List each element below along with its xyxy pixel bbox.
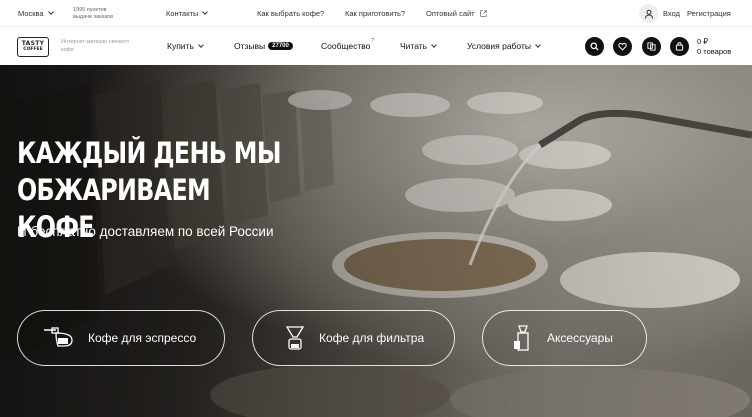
pickup-points-info[interactable]: 1995 пунктов выдачи заказов: [73, 0, 113, 27]
register-link[interactable]: Регистрация: [687, 0, 731, 27]
chevron-down-icon: [202, 9, 209, 15]
community-hint-mark: ?: [371, 38, 375, 44]
nav-terms-label: Условия работы: [467, 41, 531, 51]
pickup-points-count: 1995 пунктов: [73, 6, 107, 13]
user-avatar-button[interactable]: [639, 4, 658, 23]
cart-item-count: 0 товаров: [697, 47, 732, 56]
nav-community-label: Сообщество: [321, 41, 371, 51]
espresso-machine-icon: [44, 327, 73, 347]
store-tagline: Интернет-магазин свежего кофе: [61, 39, 130, 53]
shopping-bag-icon: [675, 42, 684, 51]
contacts-label: Контакты: [166, 9, 199, 18]
category-accessories-label: Аксессуары: [547, 331, 613, 345]
search-icon: [590, 42, 599, 51]
category-espresso-button[interactable]: Кофе для эспрессо: [17, 310, 225, 366]
main-navigation: TASTY COFFEE Интернет-магазин свежего ко…: [0, 27, 752, 65]
favorites-button[interactable]: [613, 37, 632, 56]
chevron-down-icon: [535, 41, 541, 48]
compare-button[interactable]: [642, 37, 661, 56]
category-espresso-label: Кофе для эспрессо: [88, 331, 197, 345]
grinder-icon: [514, 325, 529, 351]
nav-buy-label: Купить: [167, 41, 194, 51]
reviews-count-badge: 27700: [268, 42, 293, 50]
city-selector[interactable]: Москва: [18, 0, 54, 27]
logo-text-coffee: COFFEE: [23, 47, 43, 52]
nav-read-label: Читать: [400, 41, 428, 51]
chevron-down-icon: [198, 41, 204, 48]
how-to-cook-link[interactable]: Как приготовить?: [345, 0, 405, 27]
cart-button[interactable]: [670, 37, 689, 56]
nav-buy[interactable]: Купить: [167, 27, 204, 65]
login-label: Вход: [663, 9, 680, 18]
nav-reviews[interactable]: Отзывы 27700: [234, 27, 293, 65]
nav-community[interactable]: Сообщество ?: [321, 27, 374, 65]
how-to-cook-label: Как приготовить?: [345, 9, 406, 18]
register-label: Регистрация: [687, 9, 731, 18]
pickup-points-label: выдачи заказов: [73, 13, 114, 20]
heart-icon: [618, 42, 627, 51]
how-to-choose-link[interactable]: Как выбрать кофе?: [257, 0, 324, 27]
chevron-down-icon: [47, 9, 54, 15]
nav-read[interactable]: Читать: [400, 27, 437, 65]
user-icon: [644, 9, 653, 19]
top-bar: Москва 1995 пунктов выдачи заказов Конта…: [0, 0, 752, 27]
chevron-down-icon: [431, 41, 437, 48]
category-filter-button[interactable]: Кофе для фильтра: [252, 310, 455, 366]
cart-summary[interactable]: 0 ₽ 0 товаров: [697, 37, 731, 57]
nav-reviews-label: Отзывы: [234, 41, 266, 51]
city-label: Москва: [18, 9, 44, 18]
compare-icon: [647, 42, 656, 51]
login-link[interactable]: Вход: [663, 0, 680, 27]
category-filter-label: Кофе для фильтра: [319, 331, 425, 345]
cart-total: 0 ₽: [697, 37, 709, 46]
contacts-menu[interactable]: Контакты: [166, 0, 209, 27]
wholesale-site-link[interactable]: Оптовый сайт: [426, 0, 487, 27]
logo[interactable]: TASTY COFFEE: [17, 37, 49, 57]
hero-banner: КАЖДЫЙ ДЕНЬ МЫ ОБЖАРИВАЕМ КОФЕ И бесплат…: [0, 65, 752, 417]
pour-over-icon: [285, 326, 305, 350]
external-link-icon: [479, 10, 487, 17]
wholesale-label: Оптовый сайт: [426, 9, 475, 18]
nav-terms[interactable]: Условия работы: [467, 27, 541, 65]
search-button[interactable]: [585, 37, 604, 56]
category-accessories-button[interactable]: Аксессуары: [482, 310, 647, 366]
hero-subtitle: И бесплатно доставляем по всей России: [17, 224, 274, 239]
how-to-choose-label: Как выбрать кофе?: [257, 9, 325, 18]
